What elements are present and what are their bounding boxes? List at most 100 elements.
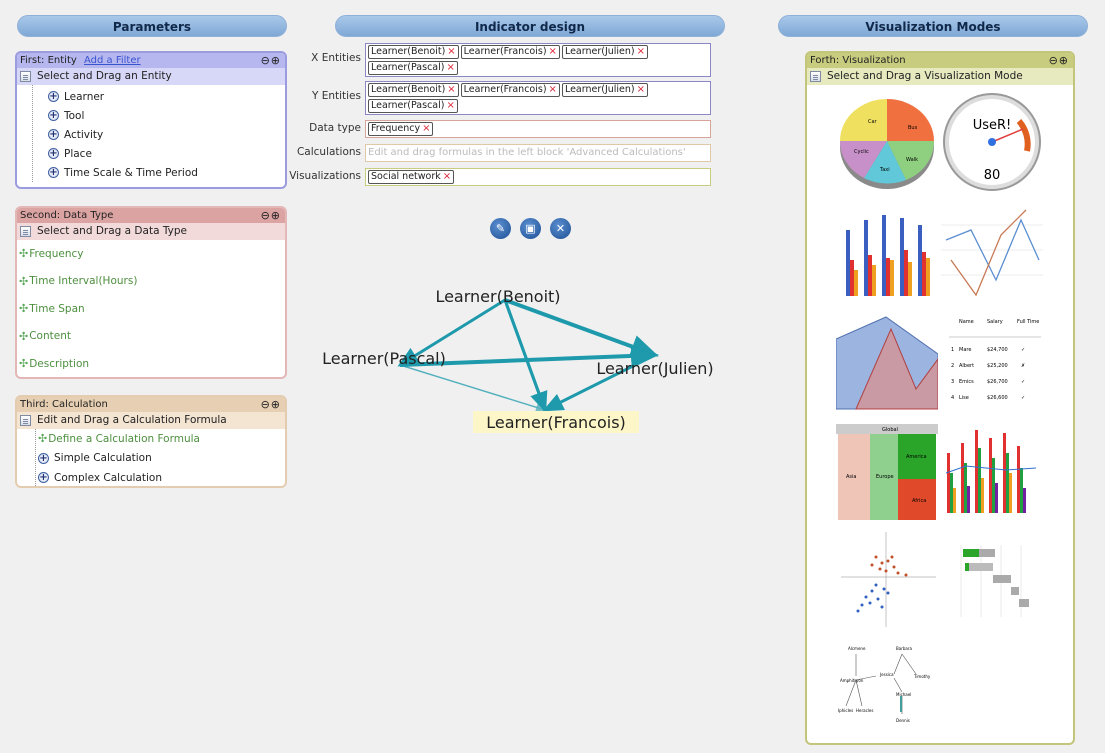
treemap-label: Asia (846, 474, 856, 480)
expand-icon[interactable]: + (48, 167, 59, 178)
parameters-header: Parameters (17, 15, 287, 37)
data-type-subtitle-row: Select and Drag a Data Type (17, 223, 285, 240)
simple-calculation-item[interactable]: + Simple Calculation (38, 449, 285, 469)
gantt-chart-thumbnail[interactable] (941, 527, 1043, 629)
define-formula-item[interactable]: ✣ Define a Calculation Formula (38, 429, 285, 449)
collapse-expand-icon[interactable]: ⊖⊕ (261, 397, 281, 412)
visualization-panel-header: Forth: Visualization ⊖⊕ (807, 53, 1073, 68)
graph-node-julien: Learner(Julien) (596, 359, 713, 378)
y-entity-tag[interactable]: Learner(Julien) × (561, 83, 649, 97)
indicator-design-header: Indicator design (335, 15, 725, 37)
edit-pencil-icon[interactable]: ✎ (490, 218, 511, 239)
y-entity-tag[interactable]: Learner(Benoit) × (368, 83, 459, 97)
calculations-dropzone[interactable]: Edit and drag formulas in the left block… (365, 144, 711, 162)
pie-label: Car (868, 119, 878, 125)
expand-icon[interactable]: + (48, 148, 59, 159)
table-cell: ✓ (1021, 395, 1025, 401)
entity-item-tool[interactable]: + Tool (48, 106, 285, 125)
scatter-plot-thumbnail[interactable] (836, 527, 938, 629)
gauge-value: 80 (984, 168, 1001, 183)
expand-icon[interactable]: + (48, 110, 59, 121)
collapse-expand-icon[interactable]: ⊖⊕ (1049, 53, 1069, 68)
gauge-thumbnail[interactable]: UseR! 80 (941, 91, 1043, 193)
visualizations-dropzone[interactable]: Social network × (365, 168, 711, 186)
entity-item-activity[interactable]: + Activity (48, 125, 285, 144)
remove-tag-icon[interactable]: × (422, 123, 430, 135)
grouped-bar-chart-thumbnail[interactable] (941, 418, 1043, 520)
x-entities-label: X Entities (311, 52, 361, 64)
data-type-field-label: Data type (309, 122, 361, 134)
remove-tag-icon[interactable]: × (447, 84, 455, 96)
visualization-panel-title: Forth: Visualization (810, 55, 906, 66)
table-cell: $24,700 (987, 347, 1008, 353)
data-type-content[interactable]: ✣ Content (17, 323, 285, 351)
visualization-tag[interactable]: Social network × (368, 170, 455, 184)
table-cell: ✓ (1021, 347, 1025, 353)
expand-icon[interactable]: + (48, 129, 59, 140)
table-thumbnail[interactable]: Name Salary Full Time 1 Mare $24,700 ✓ 2 Alb… (941, 309, 1043, 411)
remove-tag-icon[interactable]: × (637, 46, 645, 58)
save-disk-icon[interactable]: ▣ (520, 218, 541, 239)
calculation-subtitle-row: Edit and Drag a Calculation Formula (17, 412, 285, 429)
entity-panel: First: Entity Add a Filter ⊖⊕ Select and… (15, 51, 287, 189)
entity-item-learner[interactable]: + Learner (48, 87, 285, 106)
x-entities-dropzone[interactable]: Learner(Benoit) × Learner(Francois) × Lear… (365, 43, 711, 77)
tree-diagram-thumbnail[interactable]: Alcmene Barbara Amphitryon Jessica Timot… (836, 636, 938, 738)
area-chart-thumbnail[interactable] (836, 309, 938, 411)
data-type-panel-title: Second: Data Type (20, 210, 114, 221)
y-entity-tag[interactable]: Learner(Francois) × (460, 83, 560, 97)
collapse-expand-icon[interactable]: ⊖⊕ (261, 53, 281, 68)
data-type-label: Frequency (29, 247, 84, 260)
entity-item-label: Time Scale & Time Period (64, 166, 198, 179)
tree-node: Amphitryon (840, 678, 864, 683)
data-type-dropzone[interactable]: Frequency × (365, 120, 711, 138)
x-entity-tag[interactable]: Learner(Pascal) × (368, 61, 458, 75)
tag-label: Learner(Pascal) (371, 62, 445, 73)
tag-label: Social network (371, 171, 441, 182)
y-entity-tag[interactable]: Learner(Pascal) × (368, 99, 458, 113)
line-chart-thumbnail[interactable] (941, 200, 1043, 302)
complex-calculation-item[interactable]: + Complex Calculation (38, 468, 285, 486)
x-entity-tag[interactable]: Learner(Benoit) × (368, 45, 459, 59)
treemap-thumbnail[interactable]: Global Asia Europe America Africa (836, 418, 938, 520)
remove-tag-icon[interactable]: × (637, 84, 645, 96)
bar-chart-thumbnail[interactable] (836, 200, 938, 302)
remove-tag-icon[interactable]: × (443, 171, 451, 183)
x-entity-tag[interactable]: Learner(Julien) × (561, 45, 649, 59)
x-entity-tag[interactable]: Learner(Francois) × (460, 45, 560, 59)
y-entities-dropzone[interactable]: Learner(Benoit) × Learner(Francois) × Lear… (365, 81, 711, 115)
data-type-time-interval[interactable]: ✣ Time Interval(Hours) (17, 268, 285, 296)
social-network-graph: Learner(Benoit) Learner(Pascal) Learner(… (322, 287, 714, 433)
graph-edge (399, 364, 546, 411)
tree-node: Michael (896, 692, 911, 697)
table-cell: $25,200 (987, 363, 1008, 369)
entity-item-time[interactable]: + Time Scale & Time Period (48, 163, 285, 182)
remove-tag-icon[interactable]: × (549, 46, 557, 58)
table-cell: ✗ (1021, 363, 1025, 369)
remove-tag-icon[interactable]: × (446, 100, 454, 112)
pie-label: Cyclic (854, 149, 869, 155)
data-type-tag[interactable]: Frequency × (368, 122, 434, 136)
data-type-frequency[interactable]: ✣ Frequency (17, 240, 285, 268)
pie-chart-thumbnail[interactable]: Car Bus Walk Taxi Cyclic (836, 91, 938, 193)
visualization-modes-header: Visualization Modes (778, 15, 1088, 37)
visualizations-row: Visualizations Social network × (285, 168, 711, 186)
close-icon[interactable]: ✕ (550, 218, 571, 239)
data-type-time-span[interactable]: ✣ Time Span (17, 295, 285, 323)
drag-cross-icon: ✣ (38, 432, 48, 446)
remove-tag-icon[interactable]: × (549, 84, 557, 96)
expand-icon[interactable]: + (38, 472, 49, 484)
collapse-expand-icon[interactable]: ⊖⊕ (261, 208, 281, 223)
data-type-description[interactable]: ✣ Description (17, 350, 285, 377)
tree-node: Timothy (913, 674, 931, 679)
expand-icon[interactable]: + (38, 452, 49, 464)
remove-tag-icon[interactable]: × (446, 62, 454, 74)
data-type-label: Description (29, 357, 90, 370)
entity-item-place[interactable]: + Place (48, 144, 285, 163)
table-cell: Lise (959, 395, 969, 401)
remove-tag-icon[interactable]: × (447, 46, 455, 58)
expand-icon[interactable]: + (48, 91, 59, 102)
calculation-subtitle: Edit and Drag a Calculation Formula (37, 414, 227, 426)
add-filter-link[interactable]: Add a Filter (84, 55, 141, 66)
calculation-tree: ✣ Define a Calculation Formula + Simple Ca… (35, 429, 285, 486)
